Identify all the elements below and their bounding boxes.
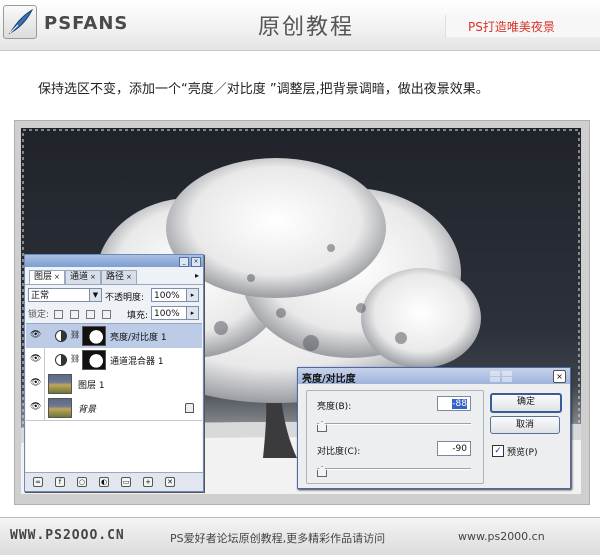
layer-mask-thumbnail[interactable] <box>82 326 106 346</box>
layer-row-background[interactable]: 👁 背景 <box>26 396 202 421</box>
link-layers-icon[interactable]: ∞ <box>33 477 43 487</box>
footer-url[interactable]: www.ps2000.cn <box>458 530 545 543</box>
opacity-input[interactable]: 100% ▸ <box>151 288 199 302</box>
lock-transparency-icon[interactable] <box>53 310 63 319</box>
eye-icon[interactable]: 👁 <box>30 331 41 340</box>
footer-bar: WWW.PS2OOO.CN PS爱好者论坛原创教程,更多精彩作品请访问 www.… <box>0 517 600 555</box>
close-icon[interactable]: × <box>191 257 201 267</box>
fill-input[interactable]: 100% ▸ <box>151 306 199 320</box>
layer-list: 👁 ⛓ 亮度/对比度 1 👁 ⛓ 通道混合器 1 👁 图层 1 👁 背景 <box>26 323 202 472</box>
dialog-titlebar[interactable]: 亮度/对比度 × <box>298 368 570 385</box>
adjustment-layer-icon <box>55 354 67 366</box>
adjustment-group: 亮度(B): -88 对比度(C): -90 <box>306 390 484 484</box>
eye-icon[interactable]: 👁 <box>30 379 41 388</box>
lock-all-icon[interactable] <box>101 310 111 319</box>
lock-label: 锁定: <box>28 310 50 320</box>
minimize-icon[interactable]: _ <box>179 257 189 267</box>
contrast-label: 对比度(C): <box>317 447 361 457</box>
instruction-text: 保持选区不变，添加一个“亮度／对比度 ”调整层,把背景调暗，做出夜景效果。 <box>38 82 489 97</box>
lock-row: 锁定: <box>28 307 113 320</box>
chevron-down-icon: ▼ <box>89 289 101 301</box>
preview-checkbox[interactable]: ✓ <box>492 445 504 457</box>
adjustment-layer-icon <box>55 330 67 342</box>
footer-site-logo: WWW.PS2OOO.CN <box>10 528 125 543</box>
trash-icon[interactable]: ✕ <box>165 477 175 487</box>
dialog-close-icon[interactable]: × <box>553 370 566 383</box>
chevron-right-icon: ▸ <box>186 307 198 319</box>
cancel-button[interactable]: 取消 <box>490 416 560 434</box>
layer-row-layer1[interactable]: 👁 图层 1 <box>26 372 202 397</box>
ok-button[interactable]: 确定 <box>490 393 562 413</box>
tab-channels[interactable]: 通道 × <box>65 270 101 284</box>
layers-panel-titlebar[interactable]: _ × <box>25 255 203 267</box>
layer-name: 背景 <box>78 405 97 415</box>
layers-panel-tabs: 图层 × 通道 × 路径 × ▸ <box>25 268 203 285</box>
layer-style-icon[interactable]: f <box>55 477 65 487</box>
link-icon: ⛓ <box>70 354 81 363</box>
layers-panel: _ × 图层 × 通道 × 路径 × ▸ 正常 ▼ 不透明度: 100% ▸ 锁定: 填充… <box>24 254 204 492</box>
header-banner: PSFANS 原创教程 PS打造唯美夜景 <box>0 0 600 51</box>
lock-icon <box>185 403 194 413</box>
eye-icon[interactable]: 👁 <box>30 403 41 412</box>
brightness-input[interactable]: -88 <box>437 396 471 411</box>
layers-toolbar: ∞ f ○ ◐ ▭ + ✕ <box>25 472 203 491</box>
panel-menu-icon[interactable]: ▸ <box>195 271 199 280</box>
windows-flag-icon <box>490 371 512 382</box>
brightness-contrast-dialog: 亮度/对比度 × 亮度(B): -88 对比度(C): -90 确定 取消 ✓ … <box>297 367 571 489</box>
layer-mask-thumbnail[interactable] <box>82 350 106 370</box>
banner-subtitle: PS打造唯美夜景 <box>468 20 555 34</box>
contrast-input[interactable]: -90 <box>437 441 471 456</box>
layer-name: 亮度/对比度 1 <box>110 333 167 343</box>
brightness-slider-track[interactable] <box>317 423 471 425</box>
contrast-slider-track[interactable] <box>317 468 471 470</box>
new-layer-icon[interactable]: + <box>143 477 153 487</box>
tab-paths[interactable]: 路径 × <box>101 270 137 284</box>
eye-icon[interactable]: 👁 <box>30 355 41 364</box>
new-group-icon[interactable]: ▭ <box>121 477 131 487</box>
layer-thumbnail[interactable] <box>48 374 72 394</box>
chevron-right-icon: ▸ <box>186 289 198 301</box>
adjustment-layer-icon[interactable]: ◐ <box>99 477 109 487</box>
layer-name: 图层 1 <box>78 381 105 391</box>
tab-layers[interactable]: 图层 × <box>29 270 65 284</box>
lock-position-icon[interactable] <box>85 310 95 319</box>
blend-mode-select[interactable]: 正常 ▼ <box>28 288 102 302</box>
layer-row-channel-mixer[interactable]: 👁 ⛓ 通道混合器 1 <box>26 348 202 373</box>
layer-name: 通道混合器 1 <box>110 357 164 367</box>
dialog-title: 亮度/对比度 <box>302 374 356 385</box>
feather-logo-icon <box>3 5 37 39</box>
layer-row-brightness[interactable]: 👁 ⛓ 亮度/对比度 1 <box>26 324 202 349</box>
layer-thumbnail[interactable] <box>48 398 72 418</box>
add-mask-icon[interactable]: ○ <box>77 477 87 487</box>
banner-subtitle-box: PS打造唯美夜景 <box>445 15 600 37</box>
brightness-label: 亮度(B): <box>317 402 352 412</box>
banner-title: 原创教程 <box>258 15 355 40</box>
lock-pixels-icon[interactable] <box>69 310 79 319</box>
fill-label: 填充: <box>127 311 149 321</box>
footer-message: PS爱好者论坛原创教程,更多精彩作品请访问 <box>170 532 386 545</box>
preview-label: 预览(P) <box>507 448 538 458</box>
site-logo-text: PSFANS <box>44 13 129 34</box>
link-icon: ⛓ <box>70 330 81 339</box>
opacity-label: 不透明度: <box>105 293 145 303</box>
